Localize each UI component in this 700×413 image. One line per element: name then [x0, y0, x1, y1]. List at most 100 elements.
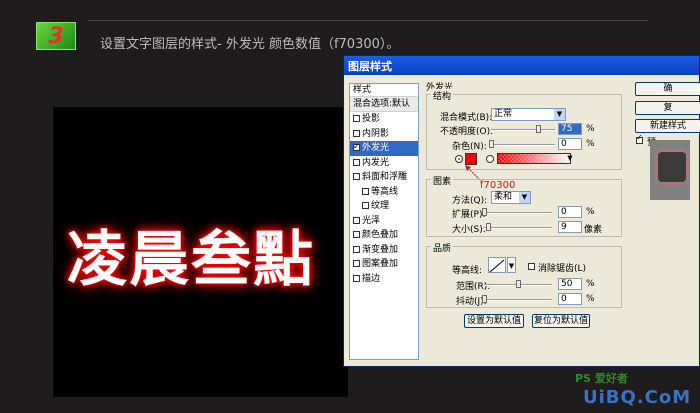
style-item-11[interactable]: 描边	[350, 272, 418, 287]
step-badge: 3	[36, 22, 76, 50]
style-checkbox[interactable]	[353, 245, 360, 253]
jitter-slider-thumb[interactable]	[482, 295, 487, 303]
jitter-slider[interactable]	[482, 295, 552, 303]
opacity-input[interactable]: 75	[558, 123, 582, 135]
watermark-top: PS 爱好者	[575, 372, 628, 385]
style-item-label: 光泽	[362, 215, 381, 226]
style-item-1[interactable]: 内阴影	[350, 127, 418, 142]
style-checkbox[interactable]	[353, 129, 360, 137]
method-label: 方法(Q):	[452, 196, 488, 206]
style-checkbox[interactable]	[353, 231, 360, 238]
style-item-label: 斜面和浮雕	[362, 172, 408, 182]
gradient-picker[interactable]	[497, 153, 571, 164]
structure-label: 结构	[431, 89, 454, 102]
top-divider	[88, 20, 648, 21]
quality-label: 品质	[431, 241, 454, 254]
style-item-label: 渐变叠加	[362, 244, 399, 255]
reset-button[interactable]: 复	[635, 101, 700, 115]
color-radio[interactable]	[455, 155, 463, 163]
noise-slider[interactable]	[489, 140, 555, 148]
gradient-radio[interactable]	[486, 155, 494, 163]
style-item-label: 内发光	[362, 157, 390, 168]
style-checkbox[interactable]	[353, 158, 360, 166]
range-slider[interactable]	[484, 280, 552, 288]
style-checkbox[interactable]	[353, 115, 360, 122]
reset-default-button[interactable]: 复位为默认值	[532, 314, 590, 328]
noise-unit: %	[586, 139, 595, 149]
spread-input[interactable]: 0	[558, 206, 582, 218]
size-input[interactable]: 9	[558, 221, 582, 233]
noise-slider-thumb[interactable]	[489, 140, 494, 148]
jitter-unit: %	[586, 294, 595, 304]
style-item-7[interactable]: 光泽	[350, 214, 418, 229]
style-item-0[interactable]: 投影	[350, 112, 418, 127]
size-slider-thumb[interactable]	[486, 223, 491, 231]
style-checkbox[interactable]	[353, 274, 360, 282]
contour-picker[interactable]	[488, 257, 506, 273]
document-canvas: 凌晨叁點	[53, 107, 348, 397]
antialias-label: 消除锯齿(L)	[538, 264, 587, 274]
style-item-3[interactable]: 内发光	[350, 156, 418, 171]
step-number: 3	[48, 24, 64, 49]
gradient-chevron-icon[interactable]: ▼	[566, 153, 574, 164]
style-item-label: 图案叠加	[362, 259, 399, 269]
opacity-unit: %	[586, 124, 595, 134]
style-item-2[interactable]: 外发光	[350, 140, 418, 156]
make-default-button[interactable]: 设置为默认值	[464, 314, 524, 328]
blend-options-item[interactable]: 混合选项:默认	[350, 97, 418, 112]
style-item-9[interactable]: 渐变叠加	[350, 243, 418, 258]
style-item-6[interactable]: 纹理	[350, 199, 418, 214]
dialog-title: 图层样式	[348, 60, 392, 73]
method-value: 柔和	[494, 192, 513, 202]
style-checkbox[interactable]	[353, 173, 360, 180]
blend-mode-select[interactable]: 正常 ▼	[491, 108, 566, 121]
styles-header[interactable]: 样式	[350, 84, 418, 97]
contour-label: 等高线:	[452, 266, 483, 276]
range-slider-thumb[interactable]	[516, 280, 521, 288]
spread-slider-thumb[interactable]	[482, 208, 487, 216]
noise-input[interactable]: 0	[558, 138, 582, 150]
contour-curve-icon	[489, 259, 505, 273]
style-item-8[interactable]: 颜色叠加	[350, 228, 418, 243]
ok-button[interactable]: 确	[635, 82, 700, 96]
preview-checkbox[interactable]	[636, 133, 643, 144]
style-checkbox[interactable]	[353, 260, 360, 267]
style-checkbox[interactable]	[362, 202, 369, 209]
style-checkbox[interactable]	[353, 216, 360, 224]
new-style-button[interactable]: 新建样式	[635, 119, 700, 133]
dialog-titlebar[interactable]: 图层样式	[344, 56, 699, 75]
style-preview	[650, 140, 690, 200]
style-item-label: 等高线	[371, 186, 399, 197]
size-label: 大小(S):	[452, 225, 486, 235]
range-unit: %	[586, 279, 595, 289]
opacity-slider[interactable]	[491, 125, 555, 133]
step-instruction: 设置文字图层的样式- 外发光 颜色数值（f70300）。	[100, 37, 400, 52]
chevron-down-icon: ▼	[519, 192, 530, 203]
style-item-label: 投影	[362, 114, 381, 124]
style-item-10[interactable]: 图案叠加	[350, 257, 418, 272]
blend-mode-value: 正常	[494, 109, 513, 119]
elements-label: 图素	[431, 174, 454, 187]
layer-style-dialog: 图层样式 样式 混合选项:默认 投影内阴影外发光内发光斜面和浮雕等高线纹理光泽颜…	[343, 55, 700, 367]
contour-chevron-icon[interactable]: ▼	[507, 257, 516, 273]
style-item-4[interactable]: 斜面和浮雕	[350, 170, 418, 185]
spread-label: 扩展(P):	[452, 210, 486, 220]
style-item-5[interactable]: 等高线	[350, 185, 418, 200]
jitter-input[interactable]: 0	[558, 293, 582, 305]
style-item-label: 内阴影	[362, 128, 390, 139]
style-checkbox[interactable]	[353, 140, 360, 155]
method-select[interactable]: 柔和 ▼	[491, 191, 531, 204]
styles-list: 样式 混合选项:默认 投影内阴影外发光内发光斜面和浮雕等高线纹理光泽颜色叠加渐变…	[349, 83, 419, 360]
style-item-label: 纹理	[371, 201, 390, 211]
spread-slider[interactable]	[482, 208, 552, 216]
size-slider[interactable]	[484, 223, 552, 231]
style-item-label: 外发光	[362, 143, 390, 153]
opacity-slider-thumb[interactable]	[536, 125, 541, 133]
style-item-label: 颜色叠加	[362, 230, 399, 240]
noise-label: 杂色(N):	[452, 142, 487, 152]
opacity-label: 不透明度(O):	[440, 127, 494, 137]
style-checkbox[interactable]	[362, 187, 369, 195]
range-input[interactable]: 50	[558, 278, 582, 290]
antialias-checkbox[interactable]	[528, 263, 535, 270]
blend-mode-label: 混合模式(B):	[440, 113, 493, 123]
